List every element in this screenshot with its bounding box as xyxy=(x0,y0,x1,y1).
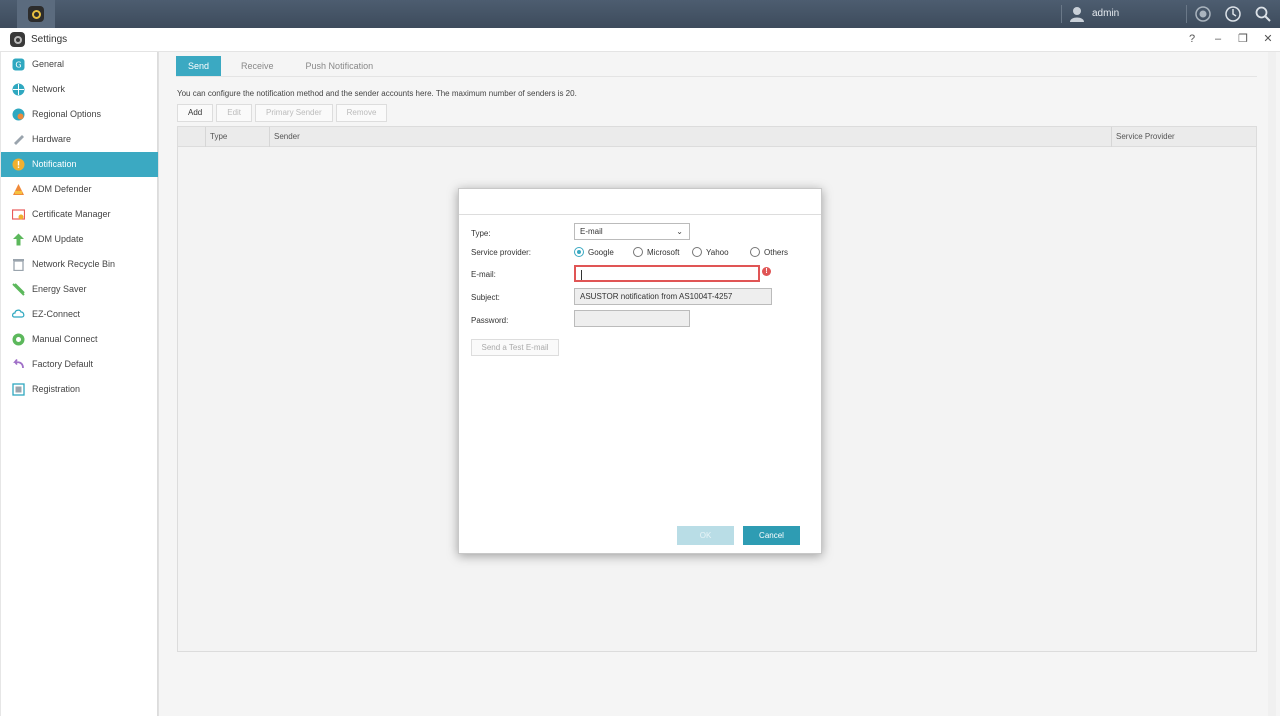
column-header-service-provider[interactable]: Service Provider xyxy=(1111,127,1256,147)
topbar-divider xyxy=(1061,5,1062,23)
radio-indicator xyxy=(633,247,643,257)
topbar-divider xyxy=(1186,5,1187,23)
error-icon: ! xyxy=(762,267,771,276)
activity-monitor-icon[interactable] xyxy=(1224,5,1242,23)
ok-button[interactable]: OK xyxy=(677,526,734,545)
tab-divider xyxy=(176,76,1257,77)
svg-text:G: G xyxy=(15,61,21,70)
window-title-bar: Settings ? – ❐ ✕ xyxy=(0,28,1280,52)
general-icon: G xyxy=(12,58,25,71)
user-icon[interactable] xyxy=(1068,5,1086,23)
sidebar-item-energy-saver[interactable]: Energy Saver xyxy=(1,277,158,302)
close-icon[interactable]: ✕ xyxy=(1261,32,1275,46)
type-select[interactable]: E-mail ⌄ xyxy=(574,223,690,240)
column-header-type[interactable]: Type xyxy=(205,127,269,147)
certificate-icon xyxy=(12,209,25,220)
window-scrollbar[interactable] xyxy=(1268,52,1276,716)
radio-indicator xyxy=(750,247,760,257)
subject-field[interactable]: ASUSTOR notification from AS1004T-4257 xyxy=(574,288,772,305)
send-test-email-button[interactable]: Send a Test E-mail xyxy=(471,339,559,356)
ez-connect-icon xyxy=(12,309,25,318)
search-icon[interactable] xyxy=(1254,5,1272,23)
tab-push-notification[interactable]: Push Notification xyxy=(294,56,386,76)
type-label: Type: xyxy=(471,229,491,238)
subject-label: Subject: xyxy=(471,293,500,302)
radio-yahoo[interactable]: Yahoo xyxy=(692,247,729,257)
window-title: Settings xyxy=(31,34,68,45)
sidebar-item-adm-defender[interactable]: ADM Defender xyxy=(1,177,158,202)
help-icon[interactable]: ? xyxy=(1185,32,1199,46)
remove-button[interactable]: Remove xyxy=(335,104,388,122)
sidebar-item-general[interactable]: G General xyxy=(1,52,158,77)
sidebar-item-network[interactable]: Network xyxy=(1,77,158,102)
password-label: Password: xyxy=(471,316,509,325)
page-description: You can configure the notification metho… xyxy=(177,89,577,98)
sidebar-item-notification[interactable]: Notification xyxy=(1,152,158,177)
email-field[interactable] xyxy=(574,265,760,282)
defender-icon xyxy=(13,184,24,195)
tab-receive[interactable]: Receive xyxy=(229,56,286,76)
registration-icon xyxy=(12,383,25,396)
radio-indicator xyxy=(692,247,702,257)
type-select-value: E-mail xyxy=(580,227,603,236)
hardware-icon xyxy=(14,135,24,145)
chevron-down-icon: ⌄ xyxy=(676,227,683,236)
notification-icon xyxy=(12,158,25,171)
column-header-sender[interactable]: Sender xyxy=(269,127,1111,147)
factory-default-icon xyxy=(13,358,24,369)
notification-bell-icon[interactable] xyxy=(1194,5,1212,23)
settings-app-icon[interactable] xyxy=(17,0,55,28)
sidebar-item-factory-default[interactable]: Factory Default xyxy=(1,352,158,377)
table-header: Type Sender Service Provider xyxy=(178,127,1256,147)
cancel-button[interactable]: Cancel xyxy=(743,526,800,545)
sidebar-item-ez-connect[interactable]: EZ-Connect xyxy=(1,302,158,327)
update-icon xyxy=(13,233,24,246)
radio-indicator xyxy=(574,247,584,257)
dialog-header xyxy=(459,189,821,215)
energy-icon xyxy=(12,283,25,296)
password-field[interactable] xyxy=(574,310,690,327)
add-button[interactable]: Add xyxy=(177,104,214,122)
network-icon xyxy=(12,83,25,96)
sidebar-item-adm-update[interactable]: ADM Update xyxy=(1,227,158,252)
radio-google[interactable]: Google xyxy=(574,247,614,257)
radio-others[interactable]: Others xyxy=(750,247,788,257)
edit-button[interactable]: Edit xyxy=(216,104,253,122)
sidebar-item-hardware[interactable]: Hardware xyxy=(1,127,158,152)
tab-send[interactable]: Send xyxy=(176,56,222,76)
restore-icon[interactable]: ❐ xyxy=(1236,32,1250,46)
top-bar: admin xyxy=(0,0,1280,28)
settings-icon xyxy=(10,32,25,47)
sidebar-item-manual-connect[interactable]: Manual Connect xyxy=(1,327,158,352)
manual-connect-icon xyxy=(12,333,25,346)
settings-sidebar: G General Network Regional Options Hardw… xyxy=(0,52,158,716)
sidebar-item-regional-options[interactable]: Regional Options xyxy=(1,102,158,127)
sender-toolbar: Add Edit Primary Sender Remove xyxy=(177,104,390,122)
tab-bar: Send Receive Push Notification xyxy=(176,56,393,76)
service-provider-label: Service provider: xyxy=(471,248,532,257)
primary-sender-button[interactable]: Primary Sender xyxy=(255,104,333,122)
radio-microsoft[interactable]: Microsoft xyxy=(633,247,679,257)
sidebar-item-network-recycle-bin[interactable]: Network Recycle Bin xyxy=(1,252,158,277)
sidebar-item-registration[interactable]: Registration xyxy=(1,377,158,402)
regional-icon xyxy=(12,108,25,121)
sidebar-item-certificate-manager[interactable]: Certificate Manager xyxy=(1,202,158,227)
email-label: E-mail: xyxy=(471,270,496,279)
user-name[interactable]: admin xyxy=(1092,8,1119,19)
recycle-bin-icon xyxy=(13,259,24,271)
minimize-icon[interactable]: – xyxy=(1211,32,1225,46)
add-sender-dialog: Type: E-mail ⌄ Service provider: Google … xyxy=(458,188,822,554)
